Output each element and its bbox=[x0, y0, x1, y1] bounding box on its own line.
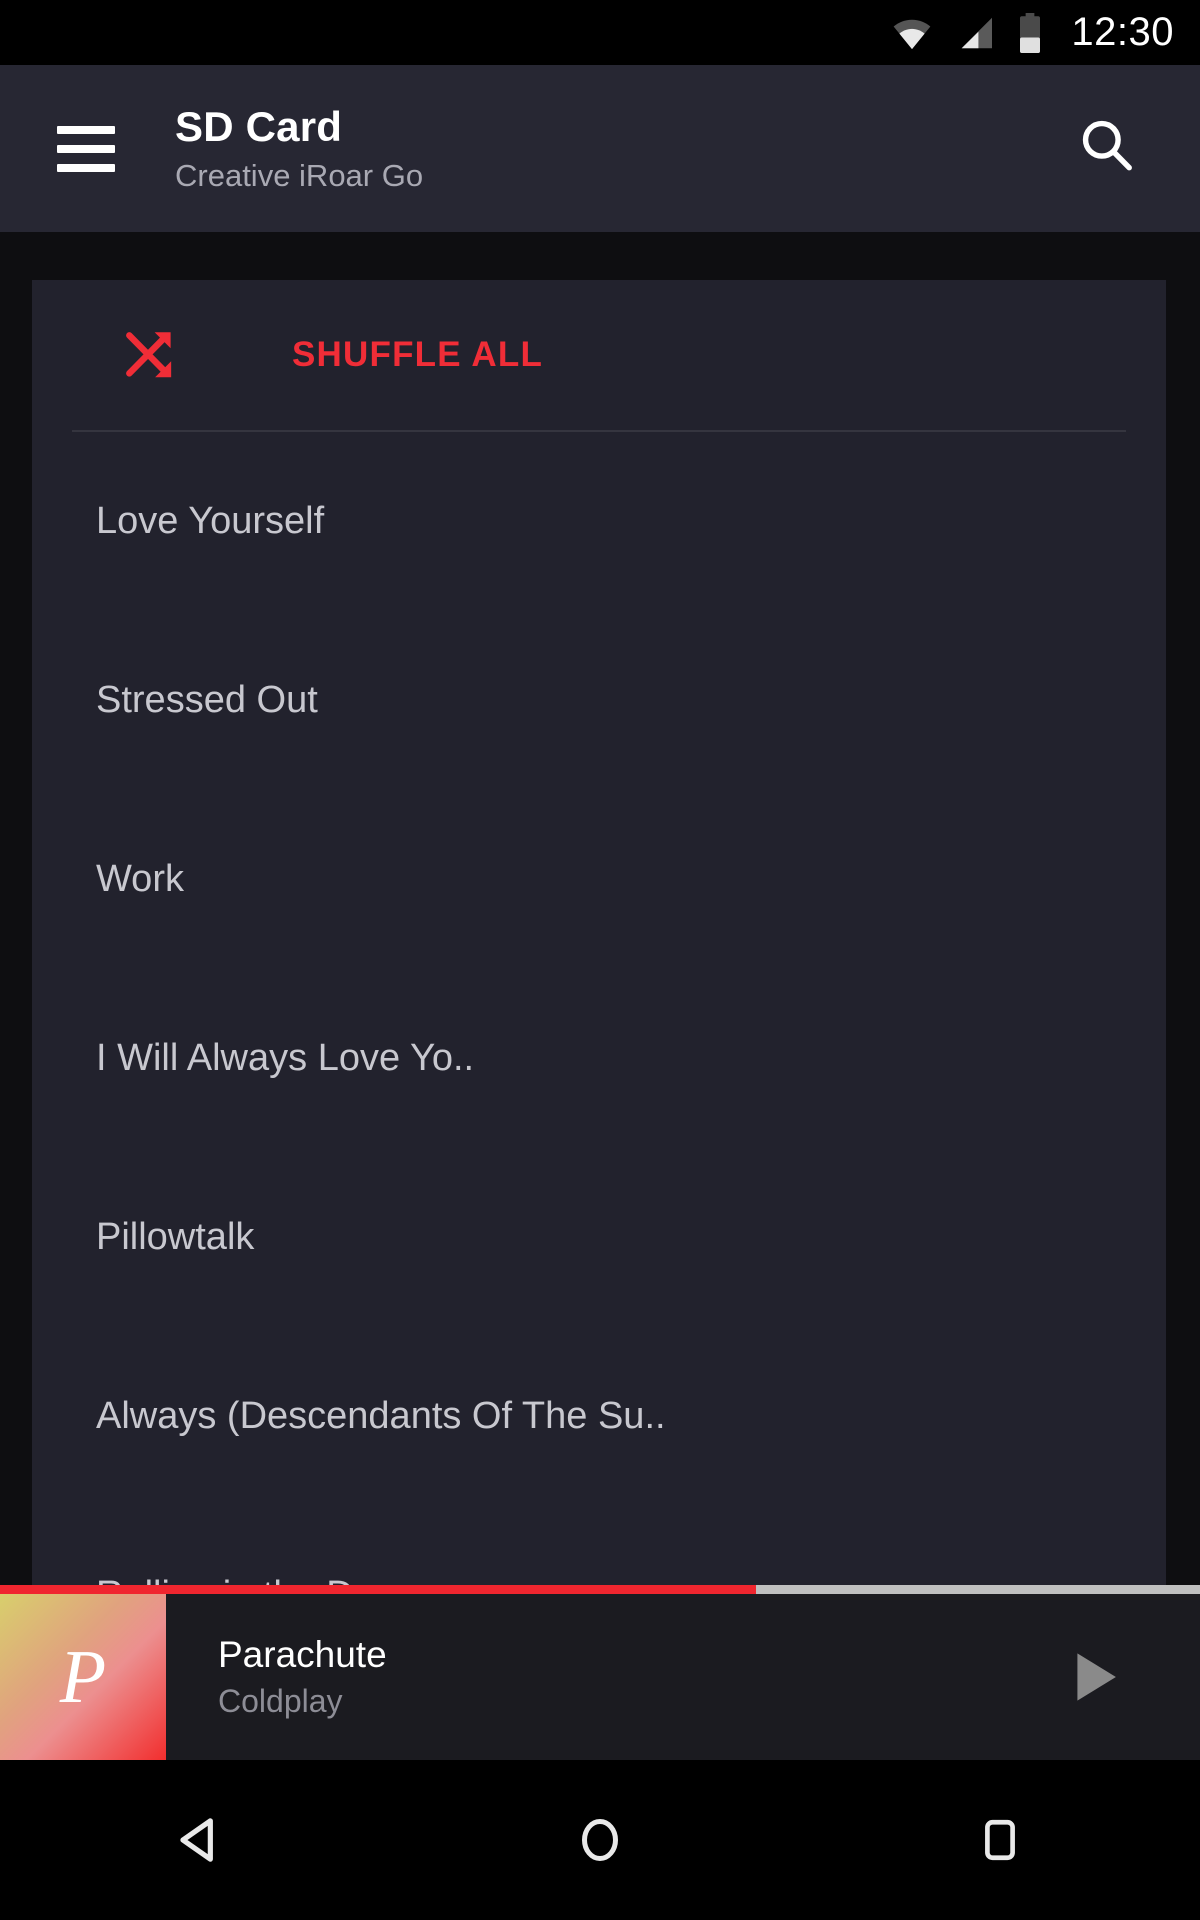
list-item[interactable]: Love Yourself bbox=[32, 432, 1166, 611]
list-item[interactable]: Pillowtalk bbox=[32, 1148, 1166, 1327]
shuffle-icon bbox=[120, 324, 182, 386]
song-title: I Will Always Love Yo.. bbox=[96, 1037, 475, 1079]
back-triangle-icon[interactable] bbox=[140, 1780, 260, 1900]
song-title: Pillowtalk bbox=[96, 1216, 255, 1258]
playback-progress-fill bbox=[0, 1585, 756, 1594]
list-item[interactable]: Stressed Out bbox=[32, 611, 1166, 790]
list-item[interactable]: Always (Descendants Of The Su.. bbox=[32, 1327, 1166, 1506]
song-list: Love Yourself Stressed Out Work I Will A… bbox=[32, 432, 1166, 1600]
recents-square-icon[interactable] bbox=[940, 1780, 1060, 1900]
shuffle-all-label: SHUFFLE ALL bbox=[292, 335, 544, 374]
home-circle-icon[interactable] bbox=[540, 1780, 660, 1900]
page-title: SD Card bbox=[175, 103, 343, 151]
song-title: Love Yourself bbox=[96, 500, 325, 542]
title-block: SD Card Creative iRoar Go bbox=[175, 104, 423, 192]
play-icon[interactable] bbox=[1062, 1644, 1128, 1710]
now-playing-artist: Coldplay bbox=[218, 1683, 343, 1720]
now-playing-body: P Parachute Coldplay bbox=[0, 1594, 1200, 1760]
song-title: Always (Descendants Of The Su.. bbox=[96, 1395, 666, 1437]
list-item[interactable]: Work bbox=[32, 790, 1166, 969]
now-playing-text: Parachute Coldplay bbox=[218, 1634, 387, 1720]
shuffle-all-button[interactable]: SHUFFLE ALL bbox=[32, 280, 1166, 430]
status-bar: 12:30 bbox=[0, 0, 1200, 65]
app-bar: SD Card Creative iRoar Go bbox=[0, 65, 1200, 232]
song-list-card: SHUFFLE ALL Love Yourself Stressed Out W… bbox=[32, 280, 1166, 1600]
page-subtitle: Creative iRoar Go bbox=[175, 157, 424, 193]
hamburger-menu-icon[interactable] bbox=[57, 125, 115, 172]
search-icon[interactable] bbox=[1076, 115, 1138, 182]
now-playing-bar[interactable]: P Parachute Coldplay bbox=[0, 1585, 1200, 1760]
song-title: Work bbox=[96, 858, 184, 900]
status-time: 12:30 bbox=[1071, 10, 1174, 54]
wifi-icon bbox=[891, 16, 933, 50]
battery-icon bbox=[1017, 12, 1043, 53]
album-art-letter: P bbox=[59, 1634, 107, 1719]
phone-screen: 12:30 SD Card Creative iRoar Go SHUFFLE … bbox=[0, 0, 1200, 1920]
album-art[interactable]: P bbox=[0, 1594, 166, 1760]
cellular-signal-icon bbox=[955, 16, 995, 50]
playback-progress-track[interactable] bbox=[0, 1585, 1200, 1594]
android-nav-bar bbox=[0, 1760, 1200, 1920]
now-playing-title: Parachute bbox=[218, 1633, 387, 1675]
song-title: Stressed Out bbox=[96, 679, 318, 721]
list-item[interactable]: I Will Always Love Yo.. bbox=[32, 969, 1166, 1148]
